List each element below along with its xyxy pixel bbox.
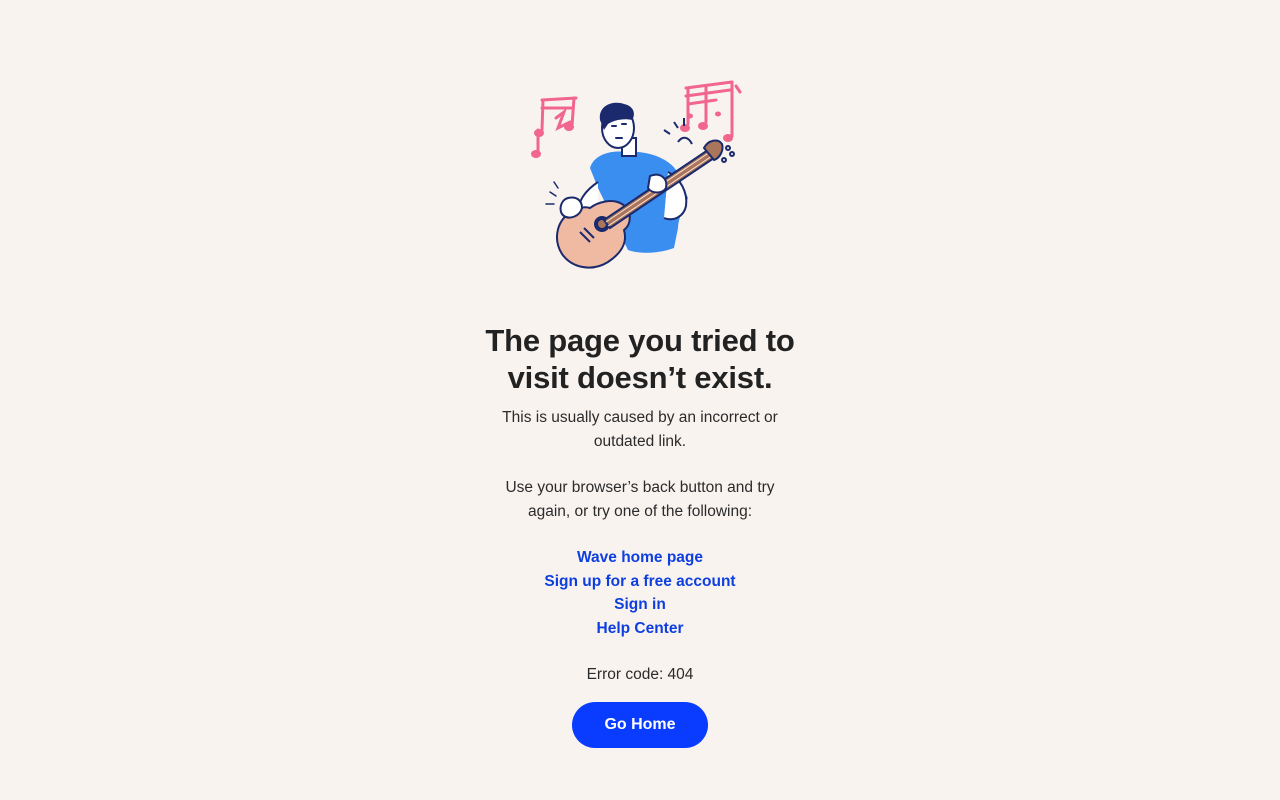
error-content: The page you tried to visit doesn’t exis… xyxy=(440,322,840,748)
page-title: The page you tried to visit doesn’t exis… xyxy=(440,322,840,396)
advice-description: Use your browser’s back button and try a… xyxy=(490,476,790,523)
music-notes-right-icon xyxy=(684,80,742,138)
wave-home-page-link[interactable]: Wave home page xyxy=(577,546,703,570)
guitar-player-illustration xyxy=(531,80,742,269)
go-home-button[interactable]: Go Home xyxy=(572,701,708,748)
page-title-line-2: visit doesn’t exist. xyxy=(507,360,773,395)
sign-in-link[interactable]: Sign in xyxy=(614,593,666,617)
advice-description-line-2: again, or try one of the following: xyxy=(527,502,753,520)
page-title-line-1: The page you tried to xyxy=(485,323,795,358)
cause-description-line-1: This is usually caused by an incorrect o… xyxy=(502,409,778,426)
help-center-link[interactable]: Help Center xyxy=(597,617,684,641)
helpful-links: Wave home page Sign up for a free accoun… xyxy=(440,546,840,640)
advice-description-line-1: Use your browser’s back button and try xyxy=(505,479,775,496)
cause-description-line-2: outdated link. xyxy=(593,432,687,450)
cause-description: This is usually caused by an incorrect o… xyxy=(490,406,790,453)
sign-up-link[interactable]: Sign up for a free account xyxy=(544,570,735,594)
error-code: Error code: 404 xyxy=(586,666,694,683)
error-page: The page you tried to visit doesn’t exis… xyxy=(0,0,1280,800)
